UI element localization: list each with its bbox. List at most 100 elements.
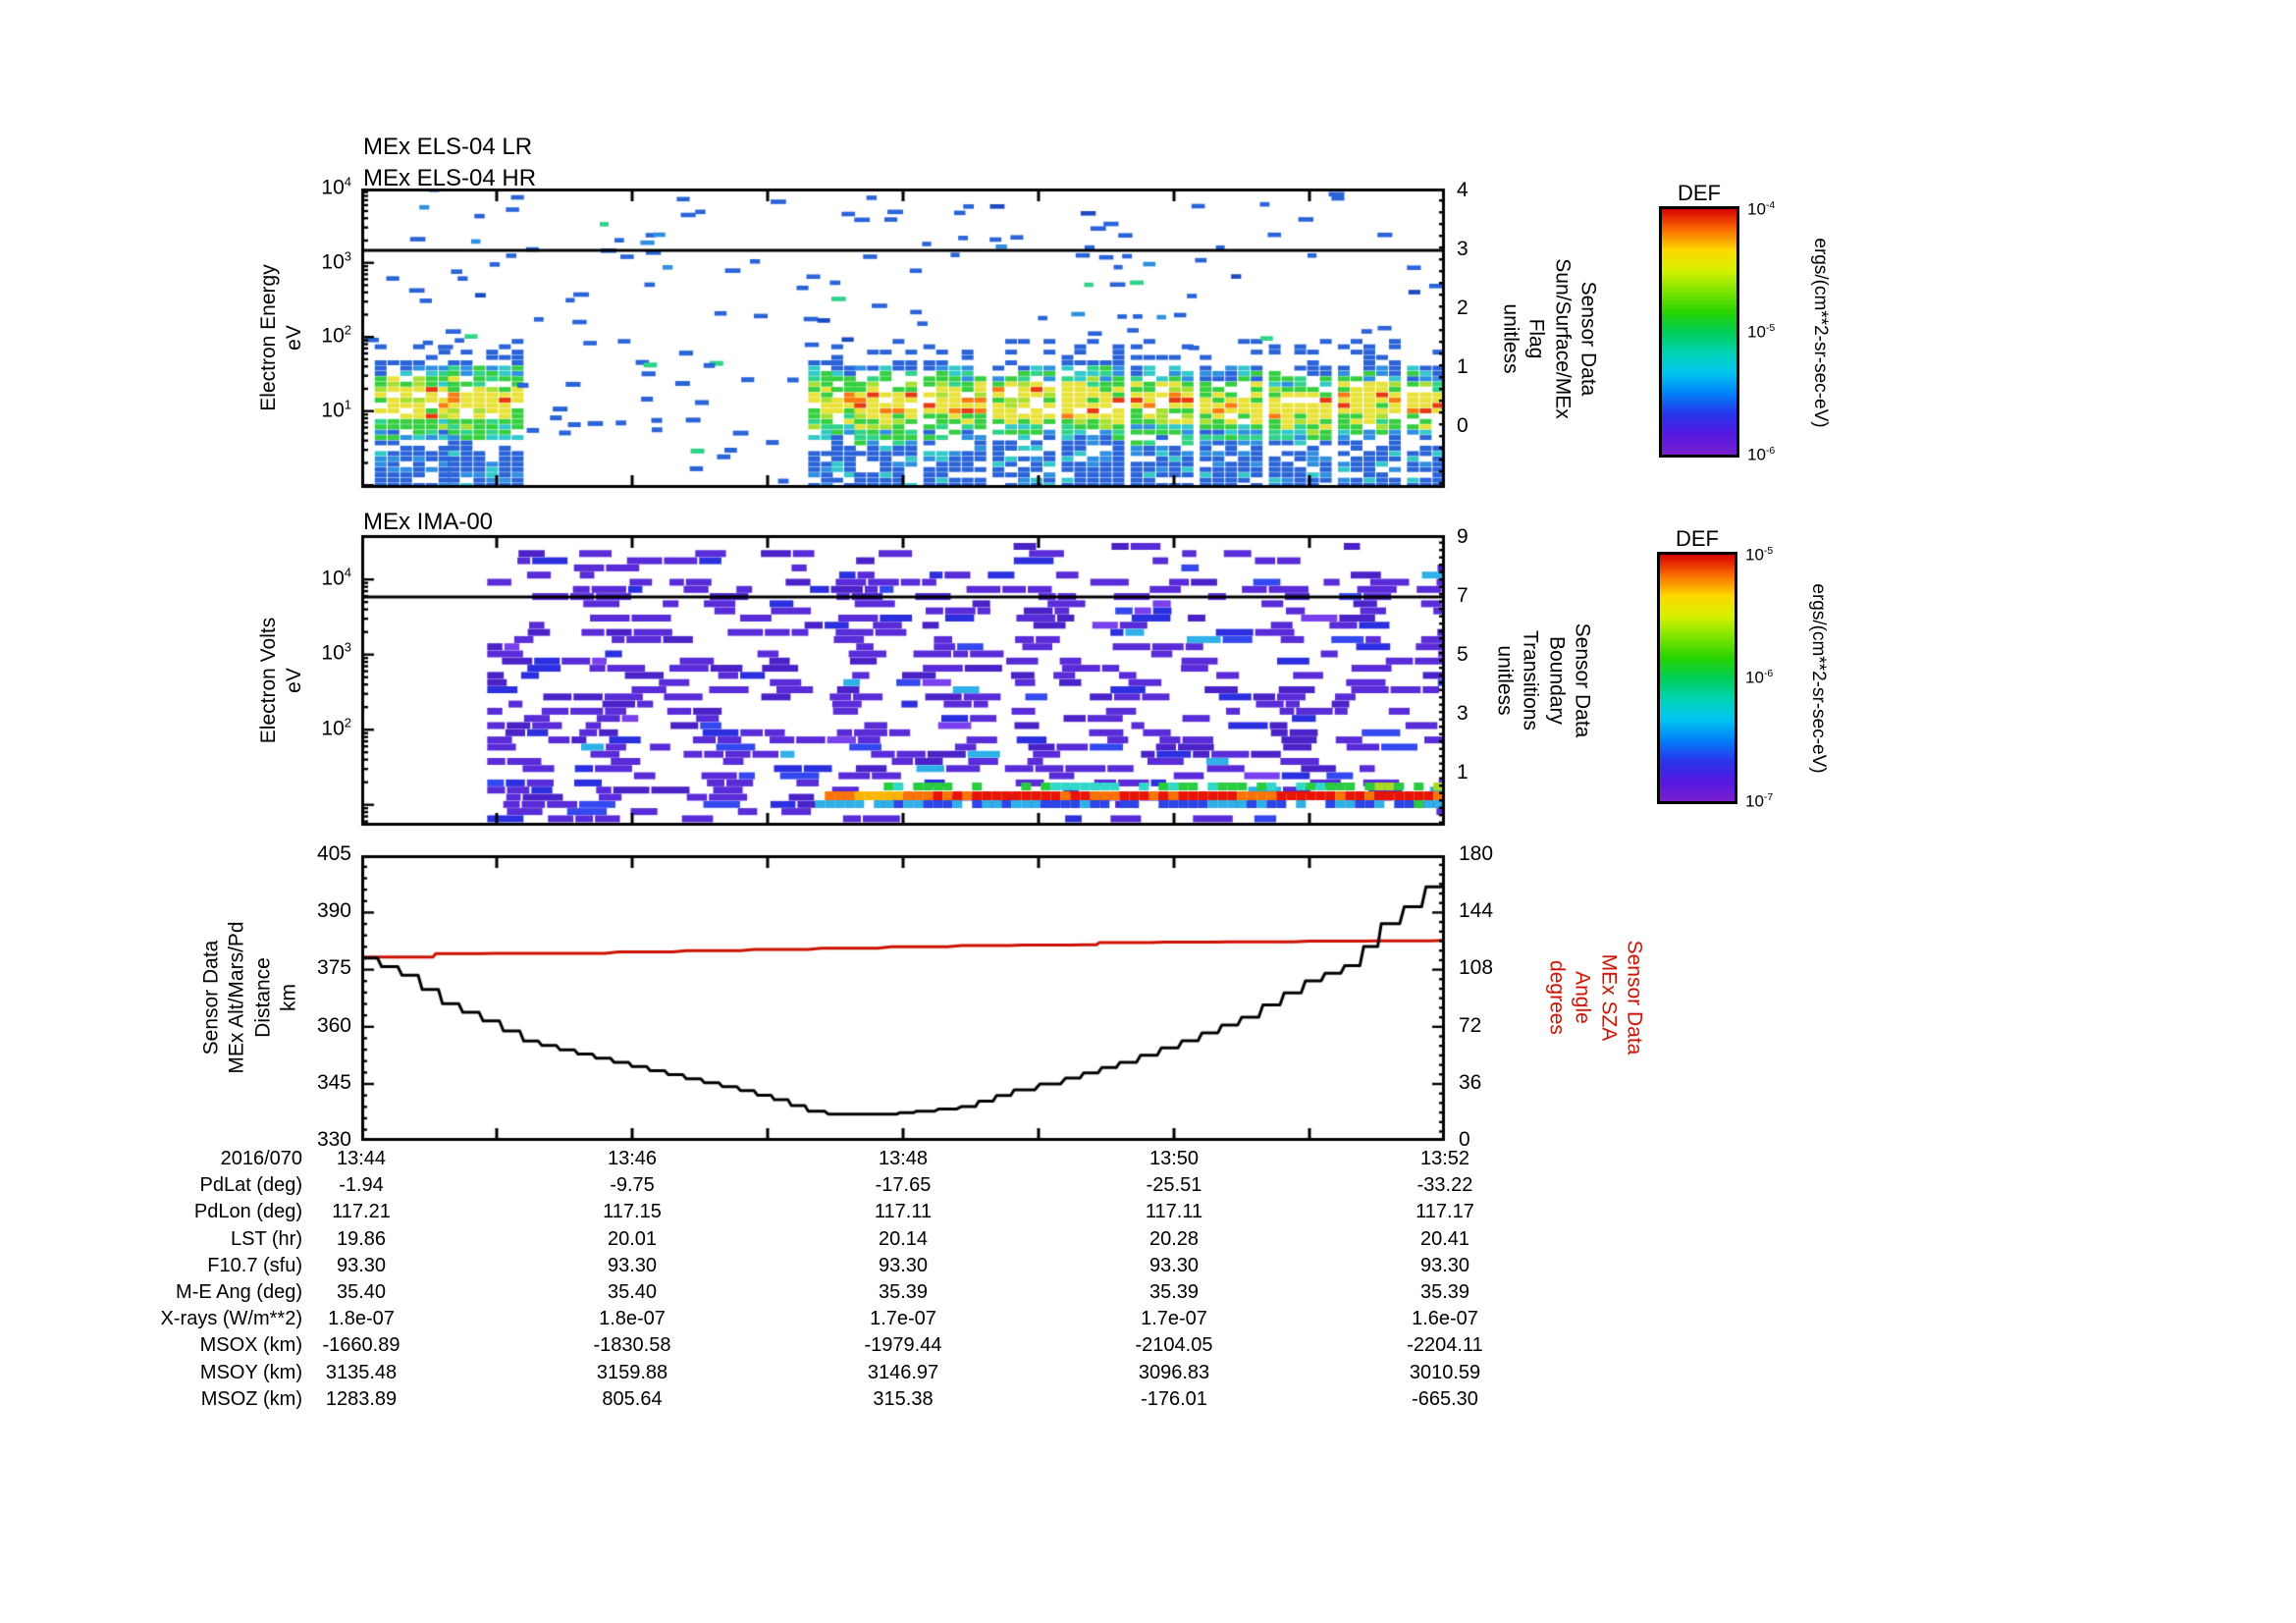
els-flag-tick-label: 3 bbox=[1457, 237, 1468, 260]
table-cell: 35.39 bbox=[1148, 1281, 1200, 1303]
aux-left-axis-label: Sensor Data MEx Alt/Mars/Pd Distance km bbox=[199, 921, 300, 1074]
table-cell: -665.30 bbox=[1412, 1387, 1478, 1410]
sza-tick-label: 72 bbox=[1459, 1013, 1482, 1037]
aux-y-tick-label: 345 bbox=[316, 1070, 351, 1094]
table-cell: 20.01 bbox=[607, 1227, 658, 1250]
table-cell: -17.65 bbox=[875, 1174, 932, 1197]
table-cell: 117.11 bbox=[1145, 1201, 1203, 1223]
table-cell: 3010.59 bbox=[1409, 1361, 1481, 1383]
ima-right-tick-label: 9 bbox=[1457, 524, 1468, 548]
table-cell: 35.39 bbox=[1419, 1281, 1470, 1303]
table-row-label: PdLat (deg) bbox=[199, 1174, 302, 1197]
table-cell: 315.38 bbox=[873, 1387, 934, 1410]
table-row-label: MSOX (km) bbox=[199, 1334, 302, 1357]
els-colorbar-tick-label: 10-6 bbox=[1747, 444, 1776, 464]
table-cell: 117.17 bbox=[1415, 1201, 1474, 1223]
els-flag-tick-label: 4 bbox=[1457, 178, 1468, 201]
ima-colorbar-title: DEF bbox=[1676, 526, 1719, 551]
ima-y-tick-label: 104 bbox=[321, 565, 351, 590]
els-right-axis-label: Sensor Data Sun/Surface/MEx Flag unitles… bbox=[1499, 258, 1600, 419]
table-cell: -1830.58 bbox=[593, 1334, 671, 1357]
table-cell: 20.14 bbox=[878, 1227, 929, 1250]
spectrogram-figure: MEx ELS-04 LR MEx ELS-04 HR MEx IMA-00 D… bbox=[0, 0, 2296, 1623]
table-cell: 117.15 bbox=[603, 1201, 662, 1223]
sza-tick-label: 36 bbox=[1459, 1070, 1482, 1094]
time-tick-label: 13:46 bbox=[607, 1148, 658, 1169]
sza-tick-label: 180 bbox=[1459, 841, 1494, 865]
table-cell: 93.30 bbox=[607, 1254, 658, 1276]
els-title-hr: MEx ELS-04 HR bbox=[363, 165, 537, 191]
table-cell: 805.64 bbox=[602, 1387, 663, 1410]
aux-y-tick-label: 405 bbox=[316, 841, 351, 865]
table-cell: -1979.44 bbox=[864, 1334, 942, 1357]
table-cell: 1.7e-07 bbox=[1141, 1308, 1207, 1330]
table-cell: 3159.88 bbox=[596, 1361, 668, 1383]
ima-colorbar-tick-label: 10-5 bbox=[1745, 544, 1774, 565]
time-tick-label: 13:48 bbox=[878, 1148, 929, 1169]
table-cell: -33.22 bbox=[1416, 1174, 1473, 1197]
els-title-lr: MEx ELS-04 LR bbox=[363, 134, 533, 160]
sza-right-axis-label: Sensor Data MEx SZA Angle degrees bbox=[1545, 940, 1646, 1055]
ima-title: MEx IMA-00 bbox=[363, 509, 494, 535]
ima-colorbar bbox=[1657, 552, 1737, 804]
table-cell: 19.86 bbox=[336, 1227, 387, 1250]
table-cell: 93.30 bbox=[1419, 1254, 1470, 1276]
els-flag-tick-label: 0 bbox=[1457, 413, 1468, 437]
table-cell: -2204.11 bbox=[1407, 1334, 1483, 1357]
table-cell: 20.28 bbox=[1148, 1227, 1200, 1250]
table-cell: 3146.97 bbox=[867, 1361, 939, 1383]
els-colorbar-unit-label: ergs/(cm**2-sr-sec-eV) bbox=[1809, 238, 1831, 428]
table-cell: 1.7e-07 bbox=[870, 1308, 936, 1330]
table-row-label: LST (hr) bbox=[231, 1227, 302, 1250]
ima-right-tick-label: 5 bbox=[1457, 642, 1468, 666]
table-cell: -1.94 bbox=[339, 1174, 384, 1197]
ima-right-axis-label: Sensor Data Boundary Transitions unitles… bbox=[1493, 622, 1594, 738]
table-cell: 93.30 bbox=[336, 1254, 387, 1276]
table-cell: 35.40 bbox=[607, 1281, 658, 1303]
table-cell: 35.40 bbox=[336, 1281, 387, 1303]
ima-right-tick-label: 3 bbox=[1457, 701, 1468, 725]
table-cell: 20.41 bbox=[1419, 1227, 1470, 1250]
table-row-label: X-rays (W/m**2) bbox=[160, 1308, 302, 1330]
table-cell: 3135.48 bbox=[325, 1361, 398, 1383]
ima-right-tick-label: 1 bbox=[1457, 760, 1468, 784]
table-cell: 3096.83 bbox=[1138, 1361, 1210, 1383]
sza-tick-label: 108 bbox=[1459, 956, 1494, 980]
table-row-label: MSOZ (km) bbox=[200, 1387, 302, 1410]
sza-tick-label: 144 bbox=[1459, 898, 1494, 922]
ima-colorbar-tick-label: 10-6 bbox=[1745, 668, 1774, 687]
table-cell: -2104.05 bbox=[1135, 1334, 1213, 1357]
ima-right-tick-label: 7 bbox=[1457, 583, 1468, 607]
table-cell: 1.8e-07 bbox=[599, 1308, 666, 1330]
ima-colorbar-tick-label: 10-7 bbox=[1745, 790, 1774, 811]
time-tick-label: 13:52 bbox=[1419, 1148, 1470, 1169]
table-cell: -176.01 bbox=[1141, 1387, 1207, 1410]
els-y-axis-label: Electron Energy eV bbox=[256, 264, 305, 411]
table-cell: 1283.89 bbox=[325, 1387, 398, 1410]
els-colorbar bbox=[1659, 206, 1739, 458]
table-row-label: M-E Ang (deg) bbox=[176, 1281, 302, 1303]
table-cell: 93.30 bbox=[878, 1254, 929, 1276]
els-flag-tick-label: 1 bbox=[1457, 354, 1468, 378]
table-cell: 117.21 bbox=[332, 1201, 391, 1223]
table-cell: 35.39 bbox=[878, 1281, 929, 1303]
table-cell: 117.11 bbox=[874, 1201, 933, 1223]
table-cell: -25.51 bbox=[1146, 1174, 1202, 1197]
els-flag-tick-label: 2 bbox=[1457, 296, 1468, 319]
table-row-label: F10.7 (sfu) bbox=[207, 1254, 302, 1276]
table-row-label: MSOY (km) bbox=[199, 1361, 302, 1383]
table-cell: 1.8e-07 bbox=[328, 1308, 395, 1330]
table-row-label: PdLon (deg) bbox=[193, 1201, 302, 1223]
els-colorbar-tick-label: 10-5 bbox=[1747, 321, 1776, 342]
table-cell: -1660.89 bbox=[322, 1334, 400, 1357]
table-cell: -9.75 bbox=[610, 1174, 655, 1197]
table-cell: 93.30 bbox=[1148, 1254, 1200, 1276]
time-tick-label: 13:44 bbox=[336, 1148, 387, 1169]
els-colorbar-title: DEF bbox=[1678, 181, 1721, 205]
aux-y-tick-label: 390 bbox=[316, 898, 351, 922]
ima-colorbar-unit-label: ergs/(cm**2-sr-sec-eV) bbox=[1807, 583, 1829, 774]
ima-y-axis-label: Electron Volts eV bbox=[256, 617, 305, 744]
table-cell: 1.6e-07 bbox=[1412, 1308, 1478, 1330]
time-tick-label: 13:50 bbox=[1148, 1148, 1200, 1169]
els-y-tick-label: 104 bbox=[321, 174, 351, 199]
